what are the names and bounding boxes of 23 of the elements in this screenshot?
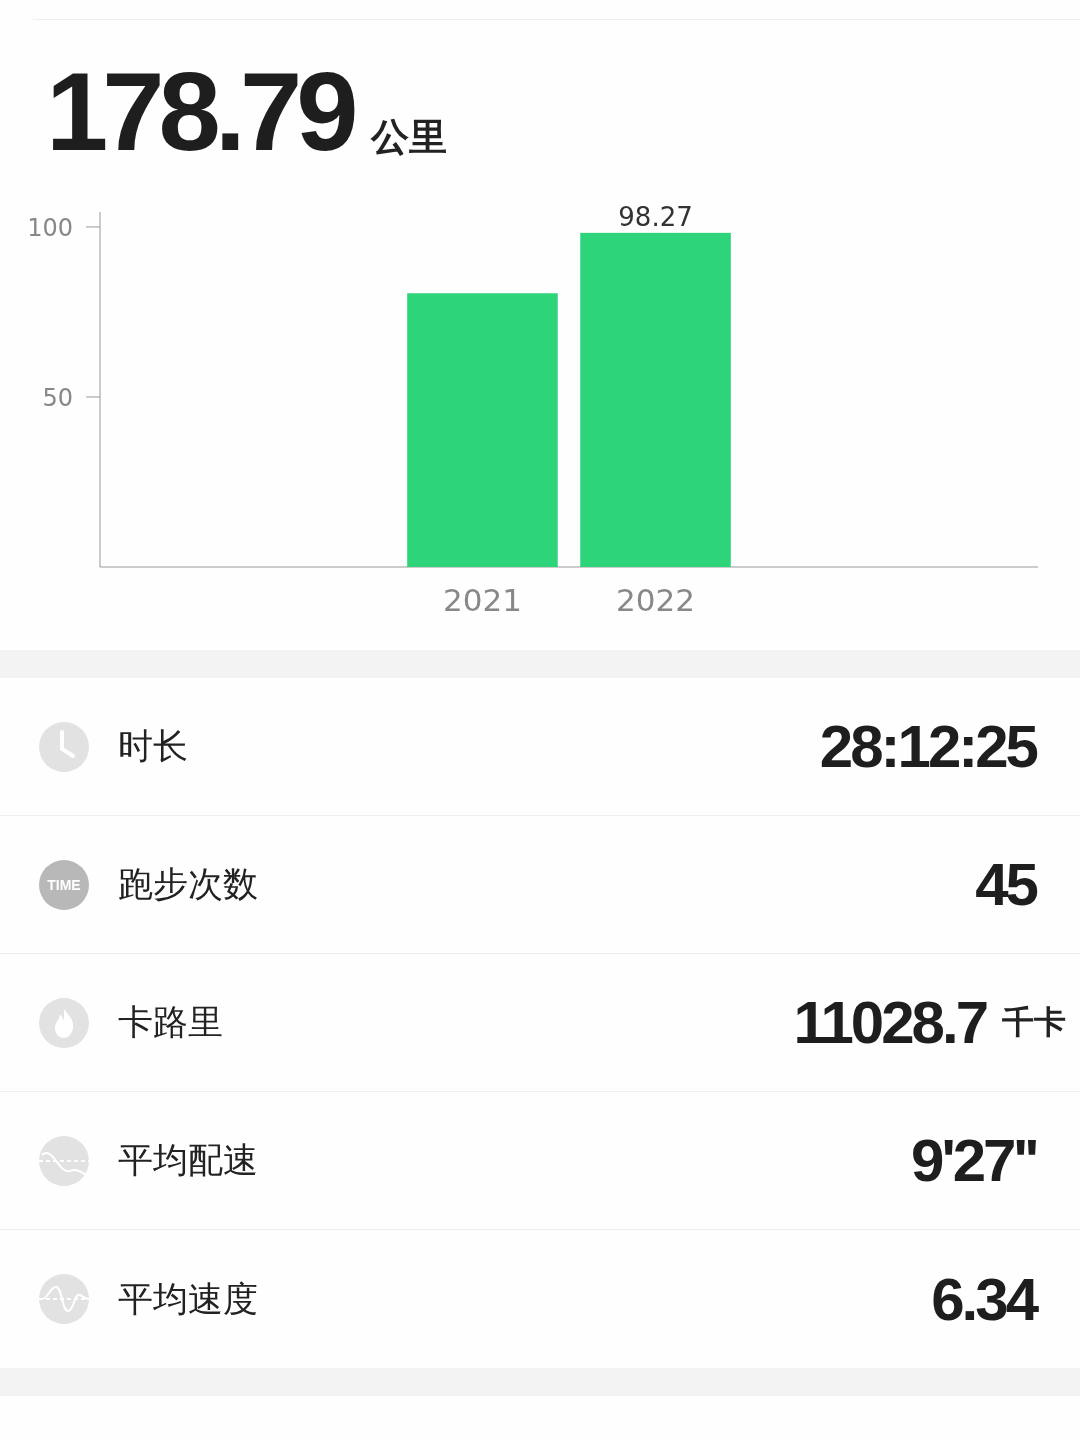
stat-value: 6.34 (931, 1264, 1036, 1334)
y-tick-label: 100 (27, 213, 73, 242)
x-tick-label: 2022 (616, 582, 695, 618)
distance-unit: 公里 (370, 114, 447, 161)
stat-value: 9'27'' (911, 1126, 1036, 1195)
total-distance: 178.79 (46, 56, 353, 168)
y-tick-label: 50 (42, 384, 73, 412)
stat-label: 时长 (118, 725, 188, 768)
stat-value: 28:12:25 (819, 712, 1036, 781)
flame-icon (38, 996, 90, 1049)
wave-icon (38, 1273, 90, 1325)
wave-icon (38, 1134, 90, 1187)
badge-icon: TIME (38, 858, 90, 911)
clock-icon (38, 720, 90, 773)
stat-value: 11028.7 (793, 988, 986, 1057)
stat-unit: 千卡 (1002, 1001, 1066, 1043)
x-tick-label: 2021 (443, 582, 522, 618)
value-label: 98.27 (618, 201, 693, 232)
stat-label: 卡路里 (118, 1001, 223, 1044)
stat-value: 45 (975, 850, 1036, 919)
stat-label: 平均配速 (118, 1139, 258, 1182)
stat-label: 跑步次数 (118, 863, 258, 906)
stat-label: 平均速度 (118, 1277, 258, 1321)
